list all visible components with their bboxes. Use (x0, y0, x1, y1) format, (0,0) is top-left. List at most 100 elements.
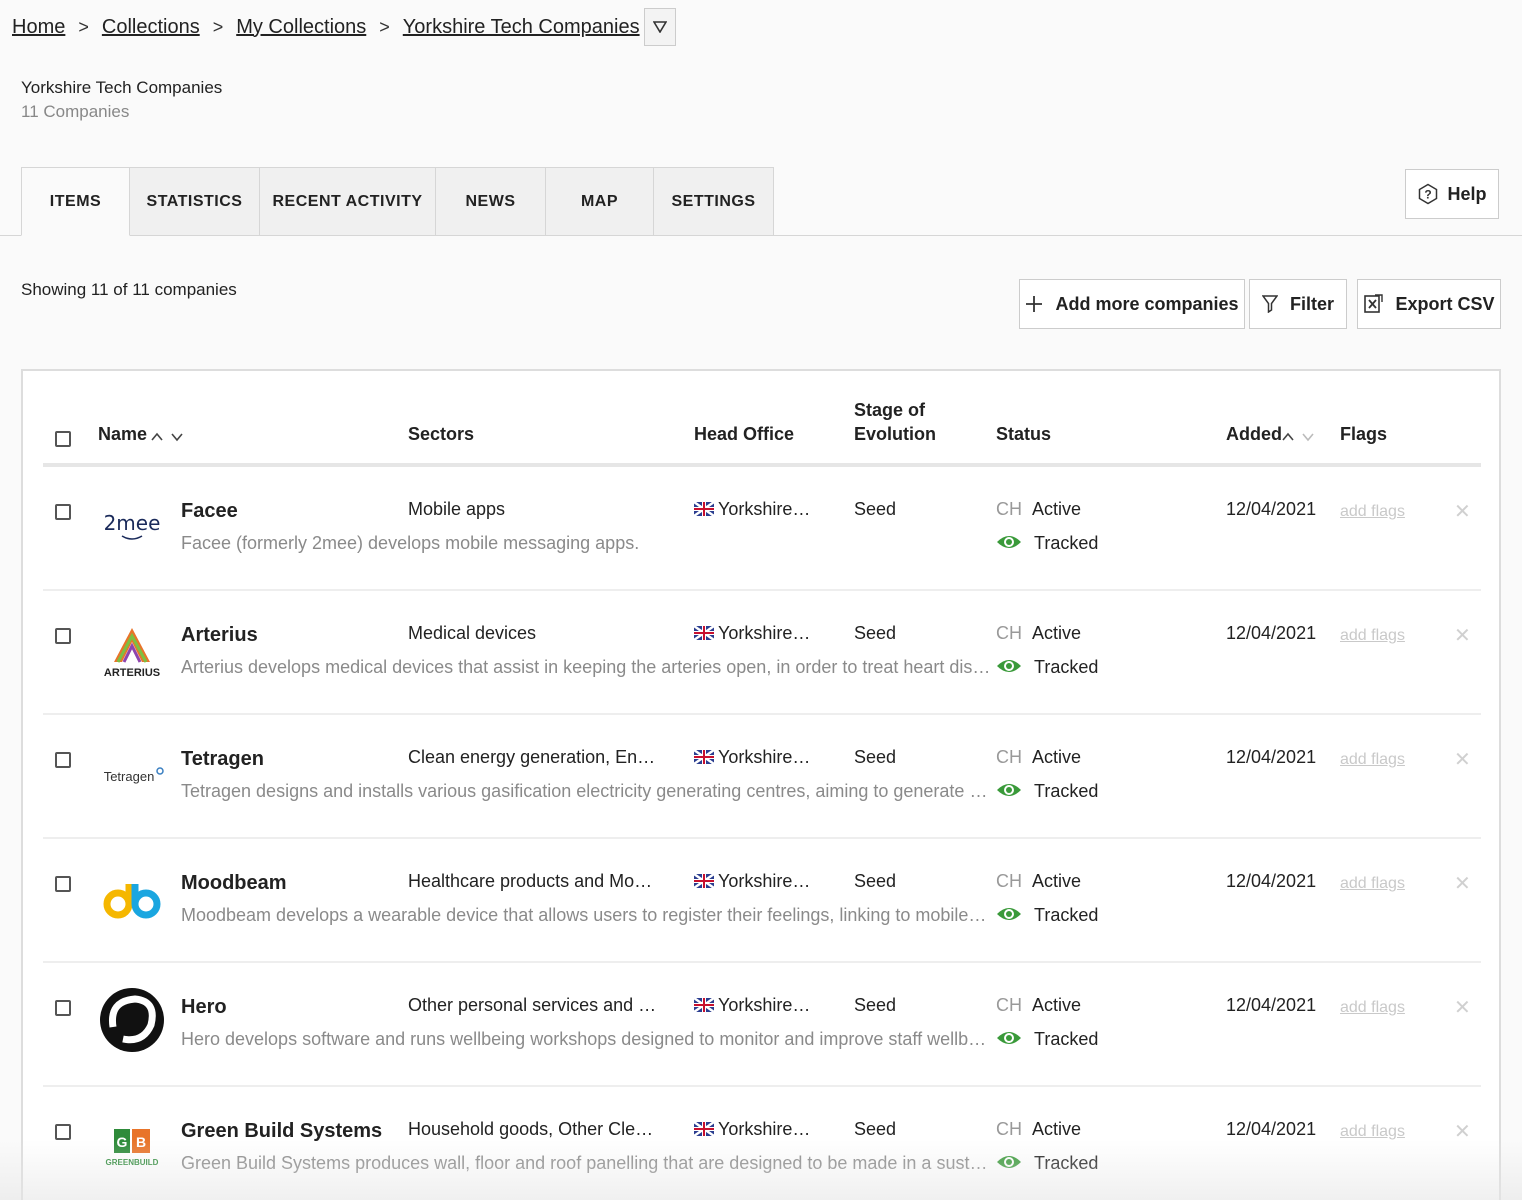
row-checkbox[interactable] (55, 628, 71, 644)
company-logo (97, 985, 167, 1055)
breadcrumb-collections[interactable]: Collections (102, 16, 200, 39)
help-button[interactable]: ? Help (1405, 169, 1499, 219)
tracking-status: Tracked (1034, 1029, 1099, 1049)
tab-map[interactable]: MAP (546, 167, 654, 236)
company-description: Green Build Systems produces wall, floor… (181, 1153, 991, 1173)
remove-row-icon[interactable]: ✕ (1454, 1119, 1471, 1144)
added-date: 12/04/2021 (1226, 747, 1317, 767)
add-flags-link[interactable]: add flags (1340, 875, 1405, 893)
eye-icon[interactable] (996, 533, 1022, 551)
head-office: Yorkshire… (694, 499, 810, 520)
svg-text:ARTERIUS: ARTERIUS (104, 667, 160, 679)
export-csv-button[interactable]: Export CSV (1357, 279, 1501, 329)
add-flags-link[interactable]: add flags (1340, 751, 1405, 769)
added-date: 12/04/2021 (1226, 1119, 1317, 1139)
eye-icon[interactable] (996, 905, 1022, 923)
table-row: ARTERIUS Arterius Medical devices Yorksh… (43, 591, 1481, 715)
status-ch-badge: CH (996, 499, 1022, 519)
company-name[interactable]: Green Build Systems (181, 1120, 382, 1143)
table-header: Name Sectors Head Office Stage of Evolut… (43, 371, 1481, 467)
sort-arrows-icon[interactable] (150, 430, 184, 444)
status-active: Active (1032, 623, 1082, 643)
breadcrumb-separator: > (78, 16, 89, 37)
add-flags-link[interactable]: add flags (1340, 999, 1405, 1017)
eye-icon[interactable] (996, 657, 1022, 675)
row-checkbox[interactable] (55, 752, 71, 768)
status-ch-badge: CH (996, 623, 1022, 643)
svg-text:G: G (117, 1134, 128, 1150)
add-companies-button[interactable]: Add more companies (1019, 279, 1245, 329)
triangle-down-icon (652, 21, 667, 33)
eye-icon[interactable] (996, 1153, 1022, 1171)
add-flags-link[interactable]: add flags (1340, 1123, 1405, 1141)
table-row: Moodbeam Healthcare products and Mo… Yor… (43, 839, 1481, 963)
remove-row-icon[interactable]: ✕ (1454, 747, 1471, 772)
tab-items[interactable]: ITEMS (21, 167, 130, 236)
head-office: Yorkshire… (694, 747, 810, 768)
company-name[interactable]: Facee (181, 500, 238, 523)
add-flags-link[interactable]: add flags (1340, 627, 1405, 645)
status-ch-badge: CH (996, 747, 1022, 767)
add-flags-link[interactable]: add flags (1340, 503, 1405, 521)
company-name[interactable]: Tetragen (181, 748, 264, 771)
uk-flag-icon (694, 874, 714, 888)
row-checkbox[interactable] (55, 504, 71, 520)
sort-arrows-icon[interactable] (1281, 430, 1315, 444)
breadcrumb-home[interactable]: Home (12, 16, 65, 39)
company-description: Facee (formerly 2mee) develops mobile me… (181, 533, 640, 553)
filter-icon (1261, 295, 1278, 313)
tab-recent-activity[interactable]: RECENT ACTIVITY (260, 167, 436, 236)
company-logo: 2mee (97, 493, 167, 563)
remove-row-icon[interactable]: ✕ (1454, 499, 1471, 524)
company-description: Moodbeam develops a wearable device that… (181, 905, 991, 925)
status-ch-badge: CH (996, 1119, 1022, 1139)
added-date: 12/04/2021 (1226, 871, 1317, 891)
uk-flag-icon (694, 626, 714, 640)
uk-flag-icon (694, 502, 714, 516)
column-header-head-office: Head Office (694, 424, 795, 444)
tracking-status: Tracked (1034, 657, 1099, 677)
tracking-status: Tracked (1034, 905, 1099, 925)
company-name[interactable]: Hero (181, 996, 227, 1019)
column-header-name[interactable]: Name (98, 422, 147, 446)
breadcrumb-current-collection[interactable]: Yorkshire Tech Companies (403, 16, 640, 39)
company-sectors: Medical devices (408, 623, 537, 643)
stage: Seed (854, 871, 897, 891)
column-header-stage-line1: Stage of (854, 400, 926, 420)
company-name[interactable]: Arterius (181, 624, 258, 647)
tab-settings[interactable]: SETTINGS (654, 167, 774, 236)
export-csv-label: Export CSV (1395, 293, 1495, 314)
tab-statistics[interactable]: STATISTICS (130, 167, 260, 236)
column-header-flags: Flags (1340, 424, 1388, 444)
company-name[interactable]: Moodbeam (181, 872, 287, 895)
remove-row-icon[interactable]: ✕ (1454, 871, 1471, 896)
head-office: Yorkshire… (694, 995, 810, 1016)
row-checkbox[interactable] (55, 876, 71, 892)
company-description: Tetragen designs and installs various ga… (181, 781, 991, 801)
eye-icon[interactable] (996, 781, 1022, 799)
tab-news[interactable]: NEWS (436, 167, 546, 236)
help-label: Help (1447, 183, 1487, 204)
select-all-checkbox[interactable] (55, 431, 71, 447)
filter-button[interactable]: Filter (1249, 279, 1347, 329)
row-checkbox[interactable] (55, 1000, 71, 1016)
column-header-added[interactable]: Added (1226, 422, 1282, 446)
svg-text:?: ? (1425, 188, 1432, 202)
added-date: 12/04/2021 (1226, 995, 1317, 1015)
eye-icon[interactable] (996, 1029, 1022, 1047)
collection-dropdown-button[interactable] (643, 8, 676, 46)
remove-row-icon[interactable]: ✕ (1454, 995, 1471, 1020)
svg-text:B: B (136, 1134, 146, 1150)
added-date: 12/04/2021 (1226, 623, 1317, 643)
row-checkbox[interactable] (55, 1124, 71, 1140)
head-office: Yorkshire… (694, 1119, 810, 1140)
breadcrumb-my-collections[interactable]: My Collections (236, 16, 366, 39)
company-sectors: Clean energy generation, En… (408, 747, 656, 767)
head-office: Yorkshire… (694, 623, 810, 644)
companies-table: Name Sectors Head Office Stage of Evolut… (21, 369, 1501, 1200)
status-active: Active (1032, 995, 1082, 1015)
company-description: Arterius develops medical devices that a… (181, 657, 991, 677)
svg-text:2mee: 2mee (104, 511, 161, 535)
remove-row-icon[interactable]: ✕ (1454, 623, 1471, 648)
company-logo: G B GREENBUILD (97, 1113, 167, 1183)
